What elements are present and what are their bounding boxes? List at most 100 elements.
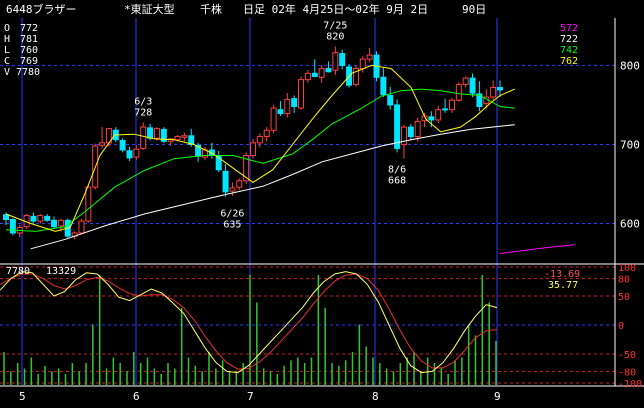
candle-body bbox=[428, 116, 435, 121]
candle-body bbox=[126, 150, 133, 159]
volume-current-label: 7780 bbox=[6, 266, 30, 277]
price-annotation: 6/3 bbox=[134, 96, 152, 107]
candle-body bbox=[222, 170, 229, 193]
candle-body bbox=[3, 214, 9, 221]
price-annotation: 6/26 bbox=[220, 209, 244, 220]
candle-body bbox=[119, 140, 126, 151]
candle-body bbox=[9, 219, 16, 234]
x-tick-label: 8 bbox=[372, 390, 379, 403]
candle-body bbox=[30, 215, 37, 222]
candle-body bbox=[497, 87, 503, 91]
candle-body bbox=[469, 77, 476, 94]
candle-body bbox=[37, 215, 44, 222]
open-value: 772 bbox=[20, 23, 38, 34]
candle-body bbox=[448, 99, 455, 111]
candle-body bbox=[153, 128, 160, 139]
oscillator-fast-readout: 35.77 bbox=[548, 280, 578, 291]
candle-body bbox=[140, 126, 147, 149]
oscillator-tick-label: -80 bbox=[618, 367, 636, 378]
x-tick-label: 9 bbox=[494, 390, 501, 403]
ma-readout: 572 722 742 762 bbox=[560, 23, 578, 67]
candle-body bbox=[57, 219, 64, 227]
price-annotation: 728 bbox=[134, 107, 152, 118]
x-tick-label: 6 bbox=[133, 390, 140, 403]
volume-max-label: 13329 bbox=[46, 266, 76, 277]
oscillator-panel bbox=[0, 271, 498, 385]
price-annotation: 820 bbox=[326, 31, 344, 42]
candle-body bbox=[291, 98, 298, 108]
oscillator-slow-readout: -13.69 bbox=[544, 269, 580, 280]
low-value: 760 bbox=[20, 45, 38, 56]
oscillator-tick-label: 0 bbox=[618, 321, 624, 332]
candle-body bbox=[133, 148, 140, 158]
candle-body bbox=[99, 142, 106, 146]
candle-body bbox=[387, 94, 394, 106]
moving-average-line bbox=[499, 244, 575, 254]
ohlcv-readout: O 772 H 781 L 760 C 769 V 7780 bbox=[4, 23, 40, 78]
x-tick-label: 5 bbox=[19, 390, 26, 403]
ma-value-2: 722 bbox=[560, 34, 578, 45]
price-annotation: 7/25 bbox=[323, 20, 347, 31]
close-value: 769 bbox=[20, 56, 38, 67]
oscillator-slow-line bbox=[0, 273, 498, 370]
candle-body bbox=[462, 77, 469, 85]
price-annotation: 668 bbox=[388, 175, 406, 186]
close-key: C bbox=[4, 56, 10, 67]
stock-name: 6448ブラザー bbox=[6, 2, 77, 16]
oscillator-tick-label: 80 bbox=[618, 275, 630, 286]
low-key: L bbox=[4, 45, 10, 56]
candle-body bbox=[236, 180, 243, 188]
oscillator-tick-label: 50 bbox=[618, 292, 630, 303]
candle-body bbox=[359, 58, 366, 70]
candle-body bbox=[435, 109, 442, 121]
days-label: 90日 bbox=[462, 3, 486, 16]
unit-label: 千株 bbox=[200, 2, 222, 16]
candle-body bbox=[407, 126, 414, 138]
candle-body bbox=[366, 54, 373, 60]
ma-value-4: 762 bbox=[560, 56, 578, 67]
oscillator-tick-label: 100 bbox=[618, 263, 636, 274]
candle-body bbox=[147, 127, 154, 139]
candle-body bbox=[332, 52, 339, 71]
ma-value-1: 572 bbox=[560, 23, 578, 34]
high-value: 781 bbox=[20, 34, 38, 45]
candle-body bbox=[78, 220, 85, 234]
candle-body bbox=[298, 79, 305, 109]
y-tick-label: 600 bbox=[620, 217, 640, 230]
candle-body bbox=[380, 76, 387, 96]
candle-body bbox=[263, 129, 270, 138]
candle-body bbox=[174, 136, 181, 141]
price-annotation: 8/6 bbox=[388, 164, 406, 175]
oscillator-fast-line bbox=[0, 271, 498, 374]
stock-chart: 6/37287/258206/266358/6668 6007008005 6 7 8… bbox=[0, 2, 644, 403]
candle-body bbox=[85, 186, 92, 222]
high-key: H bbox=[4, 34, 10, 45]
candle-body bbox=[284, 98, 291, 115]
ma-value-3: 742 bbox=[560, 45, 578, 56]
candle-body bbox=[181, 135, 188, 138]
oscillator-tick-label: -50 bbox=[618, 350, 636, 361]
open-key: O bbox=[4, 23, 10, 34]
candle-body bbox=[277, 109, 284, 115]
candle-body bbox=[51, 219, 58, 228]
candle-body bbox=[44, 215, 51, 221]
candle-body bbox=[442, 108, 449, 111]
candle-body bbox=[229, 187, 236, 192]
period-label: 日足 02年 4月25日～02年 9月 2日 bbox=[243, 2, 428, 16]
market-label: *東証大型 bbox=[124, 2, 175, 16]
price-annotation: 635 bbox=[223, 220, 241, 231]
volume-value: 7780 bbox=[16, 67, 40, 78]
y-tick-label: 700 bbox=[620, 138, 640, 151]
candle-body bbox=[414, 121, 421, 138]
candle-body bbox=[311, 72, 318, 77]
candle-body bbox=[339, 53, 346, 66]
candle-body bbox=[318, 68, 325, 78]
x-tick-label: 7 bbox=[247, 390, 254, 403]
candle-body bbox=[490, 87, 497, 98]
volume-key: V bbox=[4, 67, 10, 78]
candle-body bbox=[250, 142, 256, 157]
candle-body bbox=[455, 83, 462, 101]
candle-body bbox=[325, 68, 332, 73]
candle-body bbox=[270, 107, 277, 131]
candle-body bbox=[256, 136, 263, 144]
